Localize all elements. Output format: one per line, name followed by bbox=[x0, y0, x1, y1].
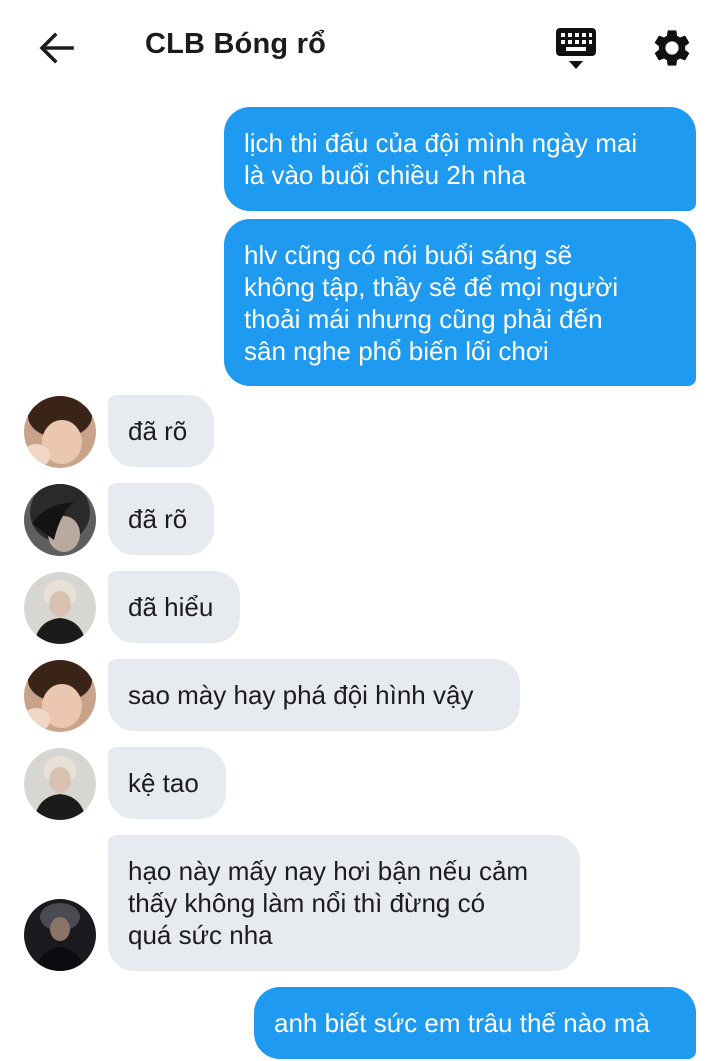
back-button[interactable] bbox=[36, 28, 76, 68]
chat-header: CLB Bóng rổ bbox=[0, 0, 720, 96]
message-bubble-incoming[interactable]: đã rõ bbox=[108, 395, 214, 467]
message-text: anh biết sức em trâu thế nào mà bbox=[274, 1008, 650, 1038]
message-text: đã hiểu bbox=[128, 592, 214, 622]
message-text: không tập, thầy sẽ để mọi người bbox=[244, 272, 619, 302]
message-text: hlv cũng có nói buổi sáng sẽ bbox=[244, 240, 573, 270]
message-bubble-outgoing[interactable]: anh biết sức em trâu thế nào mà bbox=[254, 987, 696, 1059]
avatar[interactable] bbox=[24, 899, 96, 971]
arrow-left-icon bbox=[39, 32, 74, 64]
message-text: đã rõ bbox=[128, 504, 188, 534]
message-bubble-incoming[interactable]: đã rõ bbox=[108, 483, 214, 555]
keyboard-button[interactable] bbox=[554, 26, 598, 72]
message-text: sao mày hay phá đội hình vậy bbox=[128, 680, 474, 710]
message-text: thấy không làm nổi thì đừng có bbox=[128, 888, 486, 918]
avatar[interactable] bbox=[24, 572, 96, 644]
avatar[interactable] bbox=[24, 484, 96, 556]
chat-title: CLB Bóng rổ bbox=[145, 28, 327, 60]
message-text: hạo này mấy nay hơi bận nếu cảm bbox=[128, 856, 529, 886]
message-text: kệ tao bbox=[128, 768, 199, 798]
message-bubble-incoming[interactable]: kệ tao bbox=[108, 747, 226, 819]
message-text: là vào buổi chiều 2h nha bbox=[244, 160, 526, 190]
keyboard-icon bbox=[556, 28, 596, 69]
avatar[interactable] bbox=[24, 396, 96, 468]
message-text: thoải mái nhưng cũng phải đến bbox=[244, 304, 603, 334]
message-text: quá sức nha bbox=[128, 920, 273, 950]
gear-icon bbox=[654, 30, 690, 66]
message-bubble-incoming[interactable]: hạo này mấy nay hơi bận nếu cảm thấy khô… bbox=[108, 835, 580, 971]
message-bubble-incoming[interactable]: sao mày hay phá đội hình vậy bbox=[108, 659, 520, 731]
settings-button[interactable] bbox=[650, 26, 694, 70]
message-bubble-outgoing[interactable]: hlv cũng có nói buổi sáng sẽ không tập, … bbox=[224, 219, 696, 386]
message-bubble-outgoing[interactable]: lịch thi đấu của đội mình ngày mai là và… bbox=[224, 107, 696, 211]
avatar[interactable] bbox=[24, 748, 96, 820]
avatar[interactable] bbox=[24, 660, 96, 732]
message-text: đã rõ bbox=[128, 416, 188, 446]
message-bubble-incoming[interactable]: đã hiểu bbox=[108, 571, 240, 643]
message-text: lịch thi đấu của đội mình ngày mai bbox=[244, 128, 638, 158]
message-text: sân nghe phổ biến lối chơi bbox=[244, 336, 549, 366]
